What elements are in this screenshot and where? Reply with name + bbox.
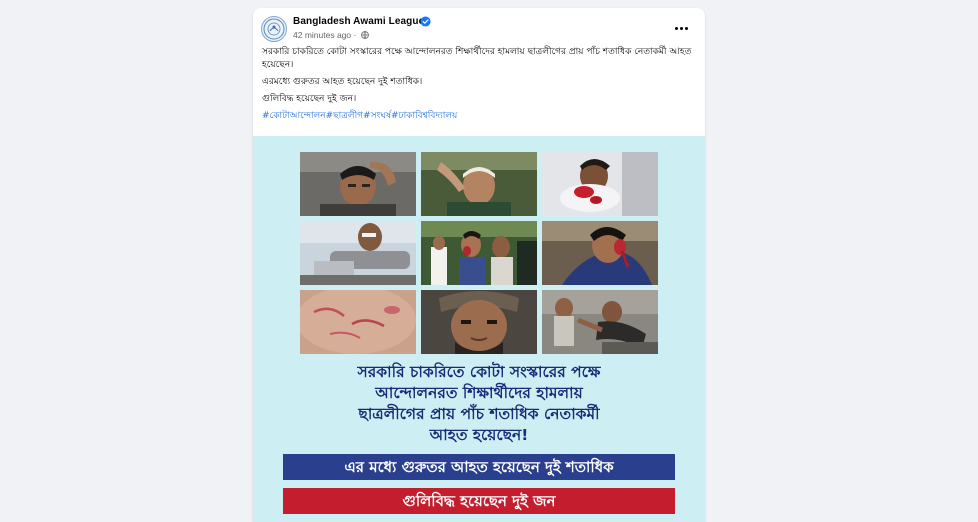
page-avatar[interactable] <box>261 16 287 42</box>
headline-line: ছাত্রলীগের প্রায় পাঁচ শতাধিক নেতাকর্মী <box>358 405 600 423</box>
post-paragraph: সরকারি চাকরিতে কোটা সংস্কারের পক্ষে আন্দ… <box>262 47 692 70</box>
photo-injured-lying-ground <box>542 290 658 354</box>
photo-collage <box>300 152 658 354</box>
globe-icon <box>360 31 369 39</box>
page-name[interactable]: Bangladesh Awami League <box>293 16 424 27</box>
post-header: Bangladesh Awami League 42 minutes ago · <box>253 8 705 48</box>
post-image[interactable]: সরকারি চাকরিতে কোটা সংস্কারের পক্ষে আন্দ… <box>253 136 705 522</box>
post-paragraph: এরমধ্যে গুরুতর আহত হয়েছেন দুই শতাধিক। <box>262 77 423 87</box>
post-paragraph: গুলিবিদ্ধ হয়েছেন দুই জন। <box>262 94 357 104</box>
verified-badge-icon <box>420 16 431 27</box>
photo-injured-face-closeup <box>421 290 537 354</box>
photo-injured-man-lying <box>300 152 416 216</box>
headline-line: আন্দোলনরত শিক্ষার্থীদের হামলায় <box>375 384 583 402</box>
graphic-headline: সরকারি চাকরিতে কোটা সংস্কারের পক্ষে আন্দ… <box>253 362 705 446</box>
post-timestamp[interactable]: 42 minutes ago <box>293 30 351 40</box>
post-meta: 42 minutes ago · <box>293 30 369 40</box>
photo-head-bandage <box>421 152 537 216</box>
headline-line: সরকারি চাকরিতে কোটা সংস্কারের পক্ষে <box>357 363 601 381</box>
banner-seriously-injured: এর মধ্যে গুরুতর আহত হয়েছেন দুই শতাধিক <box>283 454 675 480</box>
hashtag-link[interactable]: #কোটাআন্দোলন <box>262 111 326 121</box>
photo-patient-in-bed <box>300 221 416 285</box>
facebook-post: Bangladesh Awami League 42 minutes ago ·… <box>253 8 705 522</box>
banner-shot: গুলিবিদ্ধ হয়েছেন দুই জন <box>283 488 675 514</box>
photo-crowd-injured <box>421 221 537 285</box>
page-logo-icon <box>263 18 285 40</box>
hashtag-link[interactable]: #ঢাকাবিশ্ববিদ্যালয় <box>391 111 457 121</box>
meta-separator: · <box>353 30 357 40</box>
more-options-button[interactable] <box>671 20 691 36</box>
photo-hospital-bed-blood <box>542 152 658 216</box>
hashtag-link[interactable]: #ছাত্রলীগ <box>326 111 363 121</box>
post-text: সরকারি চাকরিতে কোটা সংস্কারের পক্ষে আন্দ… <box>262 46 694 127</box>
photo-head-wound <box>542 221 658 285</box>
photo-skin-wounds <box>300 290 416 354</box>
hashtag-list: #কোটাআন্দোলন#ছাত্রলীগ#সংঘর্ষ#ঢাকাবিশ্ববি… <box>262 110 694 123</box>
headline-line: আহত হয়েছেন! <box>429 426 529 444</box>
hashtag-link[interactable]: #সংঘর্ষ <box>363 111 391 121</box>
